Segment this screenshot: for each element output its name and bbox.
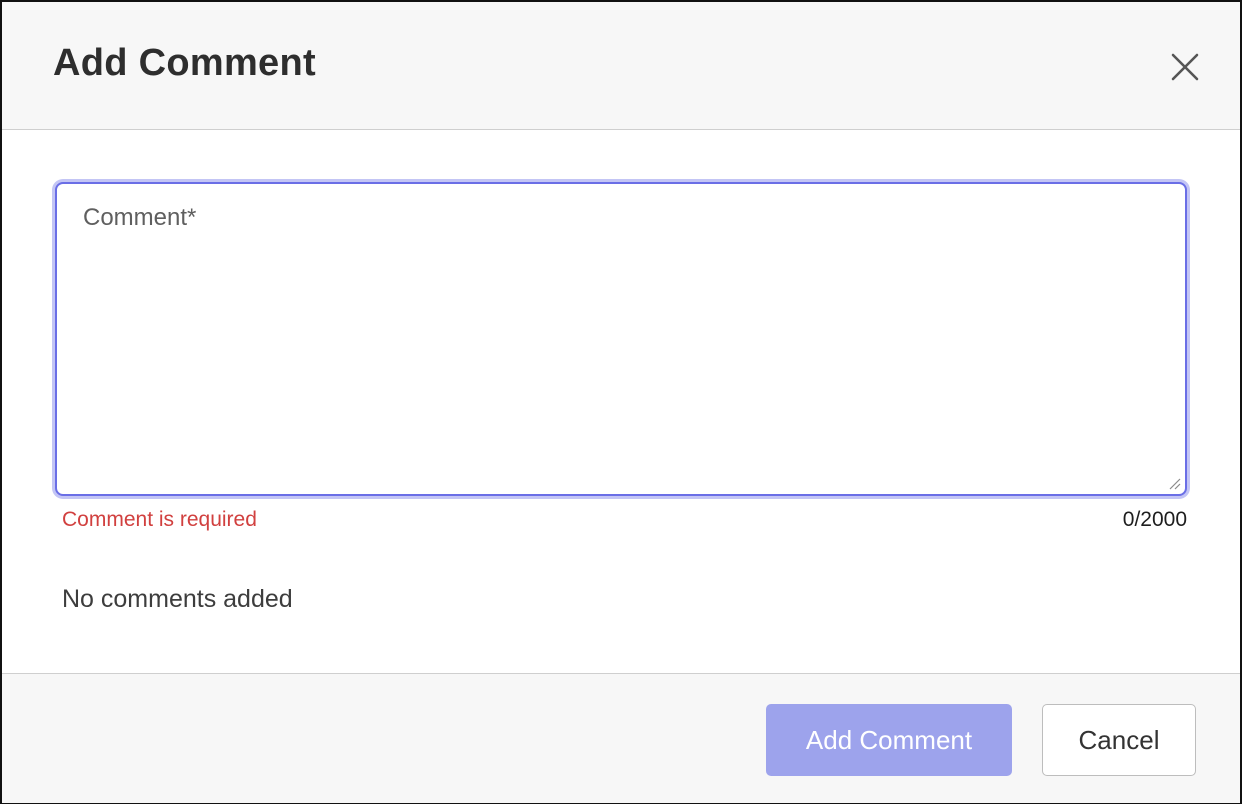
comment-error-message: Comment is required: [62, 508, 257, 531]
dialog-header: Add Comment: [2, 2, 1240, 130]
comment-input[interactable]: [57, 184, 1185, 494]
comment-field: [55, 182, 1187, 496]
no-comments-message: No comments added: [62, 585, 293, 613]
dialog-body: Comment is required 0/2000 No comments a…: [2, 130, 1240, 673]
character-counter: 0/2000: [1122, 508, 1187, 531]
dialog-title: Add Comment: [53, 42, 316, 84]
close-button[interactable]: [1164, 46, 1206, 88]
close-icon: [1171, 53, 1199, 81]
resize-handle-icon[interactable]: [1166, 475, 1182, 491]
cancel-button[interactable]: Cancel: [1042, 704, 1196, 776]
add-comment-button[interactable]: Add Comment: [766, 704, 1012, 776]
add-comment-dialog: Add Comment Comment is required 0/2000 N…: [0, 0, 1242, 804]
dialog-footer: Add Comment Cancel: [2, 673, 1240, 803]
